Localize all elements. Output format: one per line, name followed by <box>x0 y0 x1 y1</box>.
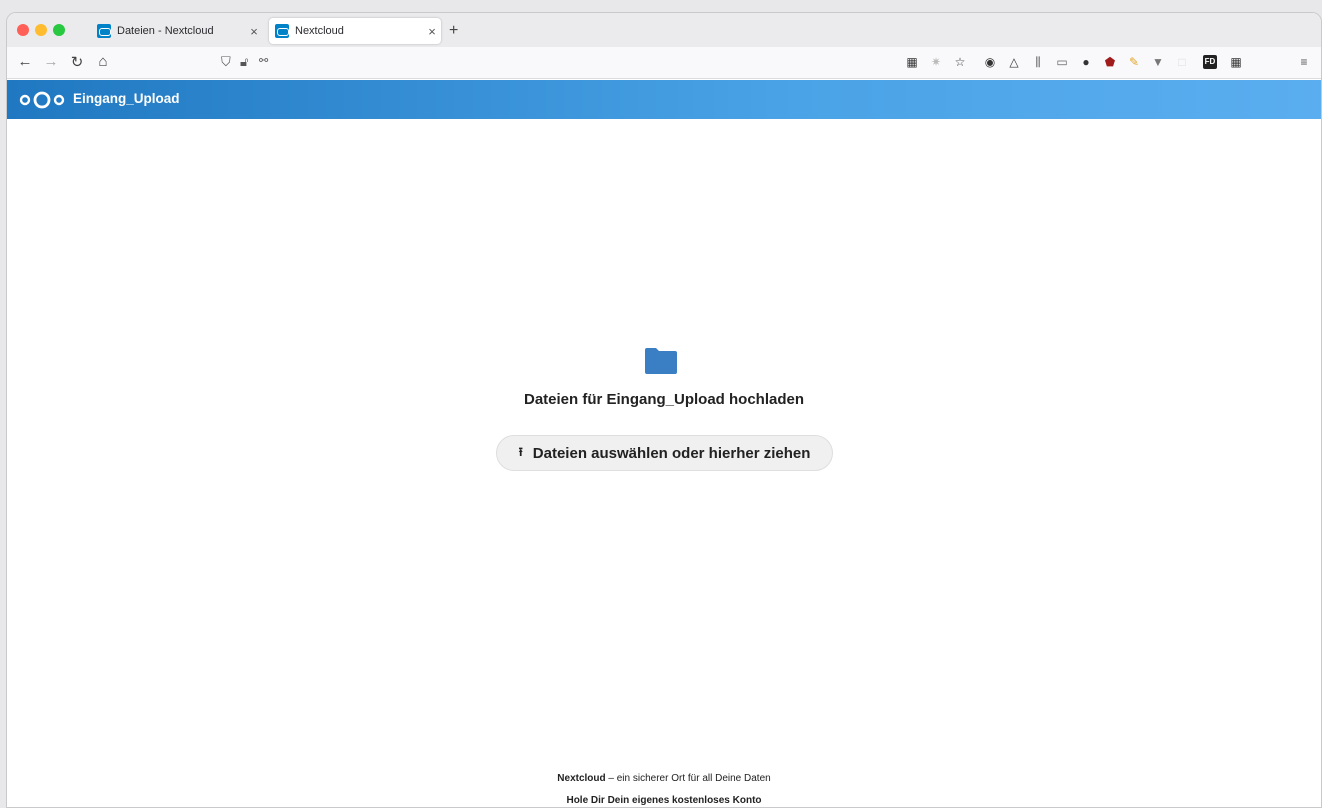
upload-area[interactable]: Dateien für Eingang_Upload hochladen ⭱ D… <box>7 119 1321 807</box>
nav-bar: ← → ↻ ⌂ ⛉ 🔓︎ ⚯ ▦ ✷ ☆ ◉ △ ⫼ ▭ ● ⬟ ✎ ▼ □ F… <box>7 47 1321 79</box>
nextcloud-logo-icon <box>19 91 65 109</box>
nextcloud-favicon-icon <box>97 24 111 38</box>
folder-icon <box>645 348 677 374</box>
share-title: Eingang_Upload <box>73 91 180 106</box>
grid-icon[interactable]: ▦ <box>905 55 919 69</box>
tab-title: Nextcloud <box>295 25 344 37</box>
url-bar[interactable]: ⛉ 🔓︎ ⚯ <box>213 51 903 75</box>
permissions-icon[interactable]: ⚯ <box>259 54 268 67</box>
library-icon[interactable]: ⫼ <box>1031 55 1045 69</box>
tab-close-icon[interactable]: × <box>245 24 263 39</box>
upload-icon: ⭱ <box>518 444 523 459</box>
footer-brand-link[interactable]: Nextcloud <box>557 773 605 784</box>
cloud-icon[interactable]: △ <box>1007 55 1021 69</box>
browser-window: Dateien - Nextcloud × Nextcloud × + ← → … <box>6 12 1322 808</box>
minimize-window-button[interactable] <box>35 24 47 36</box>
upload-heading: Dateien für Eingang_Upload hochladen <box>523 391 805 408</box>
bug-icon[interactable]: ✷ <box>929 55 943 69</box>
nextcloud-favicon-icon <box>275 24 289 38</box>
reload-icon[interactable]: ↻ <box>67 53 87 71</box>
select-files-label: Dateien auswählen oder hierher ziehen <box>532 444 811 462</box>
new-tab-button[interactable]: + <box>449 22 458 40</box>
forward-icon[interactable]: → <box>41 53 61 70</box>
pen-icon[interactable]: ✎ <box>1127 55 1141 69</box>
grid2-icon[interactable]: ▦ <box>1229 55 1243 69</box>
select-files-button[interactable]: ⭱ Dateien auswählen oder hierher ziehen <box>496 435 833 471</box>
footer-tagline: Nextcloud – ein sicherer Ort für all Dei… <box>7 773 1321 784</box>
home-icon[interactable]: ⌂ <box>93 53 113 70</box>
fd-icon[interactable]: FD <box>1203 55 1217 69</box>
nextcloud-header: Eingang_Upload <box>7 80 1321 119</box>
get-account-link[interactable]: Hole Dir Dein eigenes kostenloses Konto <box>7 795 1321 806</box>
menu-icon[interactable]: ≡ <box>1297 55 1311 69</box>
shield-icon[interactable]: ⛉ <box>221 54 231 70</box>
s-icon[interactable]: ● <box>1079 55 1093 69</box>
close-window-button[interactable] <box>17 24 29 36</box>
onepassword-icon[interactable]: ◉ <box>983 55 997 69</box>
tab-close-icon[interactable]: × <box>423 24 441 39</box>
footer-tagline-text: – ein sicherer Ort für all Deine Daten <box>605 773 771 784</box>
sidebar-icon[interactable]: ▭ <box>1055 55 1069 69</box>
star-icon[interactable]: ☆ <box>953 55 967 69</box>
tab-nextcloud[interactable]: Nextcloud × <box>269 18 441 44</box>
zoom-window-button[interactable] <box>53 24 65 36</box>
back-icon[interactable]: ← <box>15 53 35 70</box>
tab-dateien[interactable]: Dateien - Nextcloud × <box>91 18 263 44</box>
tab-strip: Dateien - Nextcloud × Nextcloud × + <box>7 13 1321 47</box>
v-icon[interactable]: ▼ <box>1151 55 1165 69</box>
ublock-icon[interactable]: ⬟ <box>1103 55 1117 69</box>
lock-icon[interactable]: 🔓︎ <box>240 54 248 70</box>
tab-title: Dateien - Nextcloud <box>117 25 214 37</box>
blank-icon[interactable]: □ <box>1175 55 1189 69</box>
